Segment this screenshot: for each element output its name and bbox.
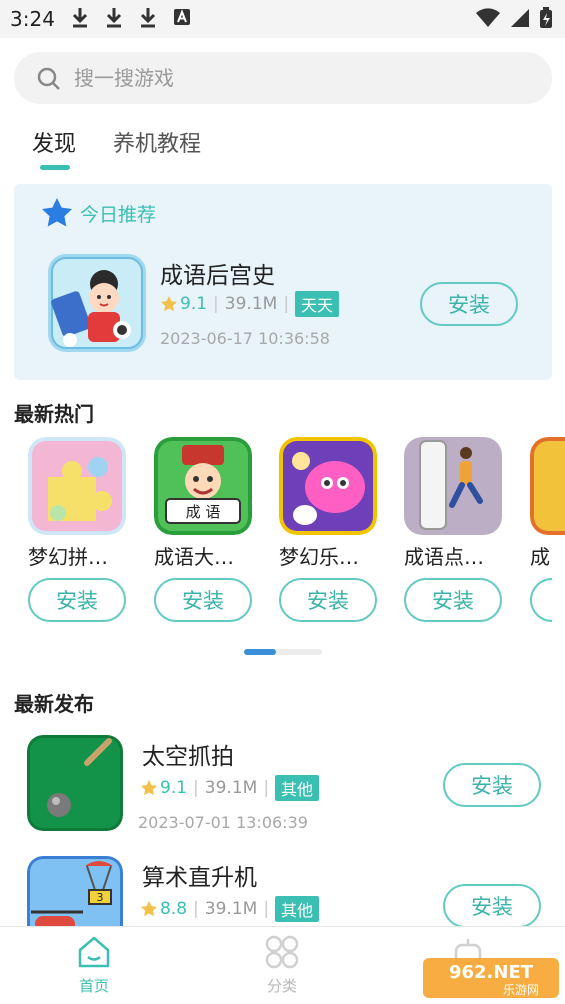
search-input[interactable] [74, 52, 534, 104]
install-button[interactable]: 安装 [443, 763, 541, 807]
app-name[interactable]: 成 [530, 541, 565, 570]
recommend-card[interactable]: 今日推荐 成语后宫史 9.1 | 39.1M | 天天 2023-06-17 1… [14, 184, 552, 380]
nav-category[interactable]: 分类 [242, 935, 322, 996]
tab-tutorial[interactable]: 养机教程 [113, 126, 201, 158]
rating-star-icon [161, 296, 177, 312]
hot-item[interactable]: 梦幻拼… [28, 437, 126, 570]
rating-star-icon [141, 780, 157, 796]
nav-home-label: 首页 [78, 977, 109, 995]
app-date: 2023-06-17 10:36:58 [160, 329, 330, 348]
recommend-header: 今日推荐 [40, 196, 156, 230]
nav-home[interactable]: 首页 [54, 935, 134, 996]
app-rating: 8.8 [160, 899, 188, 919]
divider: | [213, 294, 219, 314]
divider: | [263, 778, 270, 798]
watermark-text: 962.NET [449, 962, 534, 983]
home-icon [78, 936, 110, 968]
app-name[interactable]: 太空抓拍 [142, 737, 234, 771]
download-icon [72, 8, 88, 28]
install-button[interactable]: 安装 [154, 578, 252, 622]
app-icon[interactable] [530, 437, 565, 535]
watermark-subtext: 乐游网 [503, 983, 539, 997]
app-name[interactable]: 梦幻乐… [279, 541, 377, 570]
divider: | [283, 294, 290, 314]
status-time: 3:24 [10, 7, 55, 31]
category-icon [265, 935, 299, 969]
svg-text:3: 3 [97, 891, 104, 904]
install-button[interactable]: 安装 [279, 578, 377, 622]
app-name[interactable]: 成语点… [404, 541, 502, 570]
carousel-indicator-active [244, 649, 276, 655]
download-icon [140, 8, 156, 28]
divider: | [263, 899, 270, 919]
a-notification-icon [174, 9, 190, 25]
install-button[interactable] [530, 578, 552, 622]
divider: | [193, 778, 199, 798]
star-icon [42, 198, 72, 227]
install-button[interactable]: 安装 [420, 282, 518, 326]
app-name[interactable]: 成语大… [154, 541, 252, 570]
hot-item[interactable]: 成语点… [404, 437, 502, 570]
app-icon[interactable] [48, 254, 146, 352]
app-rating: 9.1 [160, 778, 188, 798]
app-icon[interactable] [28, 437, 126, 535]
list-item[interactable]: 太空抓拍 9.1 | 39.1M | 其他 2023-07-01 13:06:3… [0, 735, 565, 855]
app-tag: 其他 [275, 896, 320, 922]
install-button[interactable]: 安装 [404, 578, 502, 622]
notification-icons [70, 6, 192, 28]
app-meta: 9.1 | 39.1M | 天天 [160, 291, 340, 317]
app-tag: 天天 [295, 291, 340, 317]
search-bar[interactable] [14, 52, 552, 104]
app-icon[interactable] [279, 437, 377, 535]
battery-icon [540, 7, 552, 28]
search-icon [37, 67, 60, 90]
status-bar: 3:24 [0, 0, 565, 38]
svg-text:成 语: 成 语 [186, 503, 221, 521]
hot-item[interactable]: 成 [530, 437, 565, 570]
app-name[interactable]: 成语后宫史 [160, 256, 275, 290]
app-meta: 8.8 | 39.1M | 其他 [140, 896, 320, 922]
install-button[interactable]: 安装 [28, 578, 126, 622]
nav-category-label: 分类 [266, 977, 297, 995]
app-size: 39.1M [224, 294, 278, 314]
app-date: 2023-07-01 13:06:39 [138, 813, 308, 832]
section-title-new: 最新发布 [14, 692, 94, 716]
rating-star-icon [141, 901, 157, 917]
carousel-indicator [244, 649, 322, 655]
app-name[interactable]: 算术直升机 [142, 858, 257, 892]
signal-icon [511, 9, 529, 27]
app-icon[interactable] [27, 735, 123, 831]
app-meta: 9.1 | 39.1M | 其他 [140, 775, 320, 801]
app-size: 39.1M [204, 778, 258, 798]
section-title-hot: 最新热门 [14, 402, 94, 426]
app-icon[interactable]: 成 语 [154, 437, 252, 535]
watermark-logo: 962.NET 乐游网 [423, 956, 559, 1000]
divider: | [193, 899, 199, 919]
hot-item[interactable]: 成 语 成语大… [154, 437, 252, 570]
hot-item[interactable]: 梦幻乐… [279, 437, 377, 570]
app-icon[interactable] [404, 437, 502, 535]
app-tag: 其他 [275, 775, 320, 801]
tab-indicator [40, 165, 70, 170]
system-icons [475, 7, 553, 29]
wifi-icon [476, 8, 500, 27]
recommend-header-label: 今日推荐 [80, 203, 157, 226]
app-size: 39.1M [204, 899, 258, 919]
app-name[interactable]: 梦幻拼… [28, 541, 126, 570]
download-icon [106, 8, 122, 28]
app-rating: 9.1 [180, 294, 208, 314]
tab-discover[interactable]: 发现 [32, 126, 76, 158]
install-button[interactable]: 安装 [443, 884, 541, 928]
